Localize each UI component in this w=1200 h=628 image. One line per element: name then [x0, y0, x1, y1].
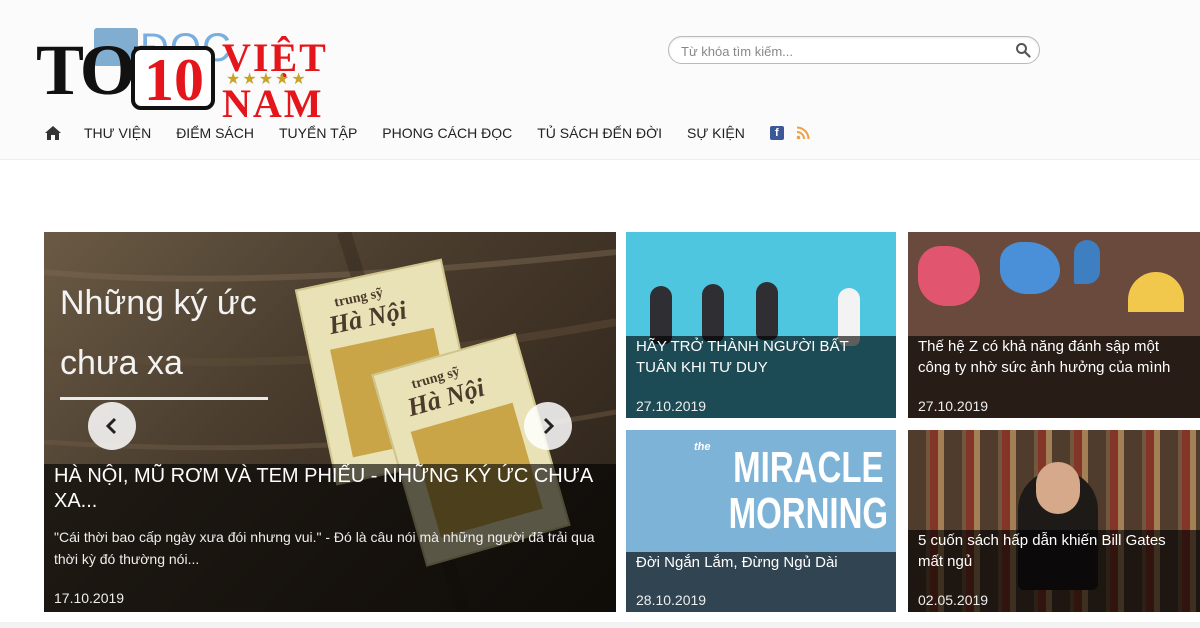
heart-bubble-illustration: [918, 246, 980, 306]
featured-article-card[interactable]: Những ký ức chưa xa trung sỹ Hà Nội trun…: [44, 232, 616, 612]
person-face: [1036, 462, 1080, 514]
article-card[interactable]: the MIRACLE MORNING Đời Ngắn Lắm, Đừng N…: [626, 430, 896, 612]
slogan-divider: [60, 397, 268, 400]
slider-next-button[interactable]: [524, 402, 572, 450]
feature-caption: HÀ NỘI, MŨ RƠM VÀ TEM PHIẾU - NHỮNG KÝ Ứ…: [44, 464, 616, 612]
nav-item-tu-sach-den-doi[interactable]: TỦ SÁCH ĐẾN ĐỜI: [537, 125, 662, 141]
miracle-morning-cover: the MIRACLE MORNING: [694, 442, 896, 538]
nav-item-phong-cach-doc[interactable]: PHONG CÁCH ĐỌC: [382, 125, 512, 141]
article-title[interactable]: 5 cuốn sách hấp dẫn khiến Bill Gates mất…: [918, 530, 1190, 572]
article-caption: HÃY TRỞ THÀNH NGƯỜI BẤT TUÂN KHI TƯ DUY …: [626, 336, 896, 418]
article-caption: 5 cuốn sách hấp dẫn khiến Bill Gates mất…: [908, 530, 1200, 612]
feature-excerpt: "Cái thời bao cấp ngày xưa đói nhưng vui…: [54, 529, 595, 567]
location-pin-icon: [1074, 240, 1100, 284]
search-input[interactable]: [681, 41, 1001, 61]
feature-title[interactable]: HÀ NỘI, MŨ RƠM VÀ TEM PHIẾU - NHỮNG KÝ Ứ…: [54, 464, 606, 514]
article-date: 27.10.2019: [636, 398, 707, 414]
article-caption: Thế hệ Z có khả năng đánh sập một công t…: [908, 336, 1200, 418]
site-logo[interactable]: ĐỌC TOP 10 VIỆT ★★★★★ NAM: [36, 8, 366, 124]
feature-date: 17.10.2019: [54, 590, 125, 606]
chevron-left-icon: [105, 417, 117, 435]
slider-prev-button[interactable]: [88, 402, 136, 450]
article-caption: Đời Ngắn Lắm, Đừng Ngủ Dài 28.10.2019: [626, 552, 896, 612]
article-date: 28.10.2019: [636, 592, 707, 608]
article-date: 02.05.2019: [918, 592, 989, 608]
cover-word-1: MIRACLE: [733, 443, 884, 492]
penguin-illustration: [702, 284, 724, 342]
search-box: [668, 36, 1040, 64]
article-title[interactable]: Đời Ngắn Lắm, Đừng Ngủ Dài: [636, 552, 886, 573]
nav-item-diem-sach[interactable]: ĐIỂM SÁCH: [176, 125, 254, 141]
penguin-illustration: [756, 282, 778, 340]
rss-icon[interactable]: [796, 126, 810, 140]
home-icon[interactable]: [44, 125, 62, 141]
chevron-right-icon: [543, 417, 555, 435]
facebook-icon[interactable]: f: [769, 126, 784, 140]
logo-nam-text: NAM: [222, 81, 324, 126]
article-title[interactable]: HÃY TRỞ THÀNH NGƯỜI BẤT TUÂN KHI TƯ DUY: [636, 336, 886, 378]
content-divider: [0, 622, 1200, 628]
feature-slogan-line1: Những ký ức: [60, 284, 257, 322]
search-icon[interactable]: [1015, 42, 1031, 58]
article-card[interactable]: Thế hệ Z có khả năng đánh sập một công t…: [908, 232, 1200, 418]
main-nav: THƯ VIỆN ĐIỂM SÁCH TUYỂN TẬP PHONG CÁCH …: [44, 120, 810, 146]
wifi-sign-illustration: [1128, 272, 1184, 312]
article-date: 27.10.2019: [918, 398, 989, 414]
nav-item-thu-vien[interactable]: THƯ VIỆN: [84, 125, 151, 141]
logo-ten-text: 10: [144, 47, 204, 113]
article-card[interactable]: HÃY TRỞ THÀNH NGƯỜI BẤT TUÂN KHI TƯ DUY …: [626, 232, 896, 418]
site-header: ĐỌC TOP 10 VIỆT ★★★★★ NAM THƯ VIỆN ĐIỂM …: [0, 0, 1200, 160]
cover-word-2: MORNING: [728, 489, 889, 538]
feature-slogan-line2: chưa xa: [60, 344, 183, 382]
nav-item-su-kien[interactable]: SỰ KIỆN: [687, 125, 745, 141]
chat-bubble-illustration: [1000, 242, 1060, 294]
nav-item-tuyen-tap[interactable]: TUYỂN TẬP: [279, 125, 357, 141]
article-title[interactable]: Thế hệ Z có khả năng đánh sập một công t…: [918, 336, 1190, 378]
cover-the-text: the: [694, 441, 711, 453]
article-card[interactable]: 5 cuốn sách hấp dẫn khiến Bill Gates mất…: [908, 430, 1200, 612]
